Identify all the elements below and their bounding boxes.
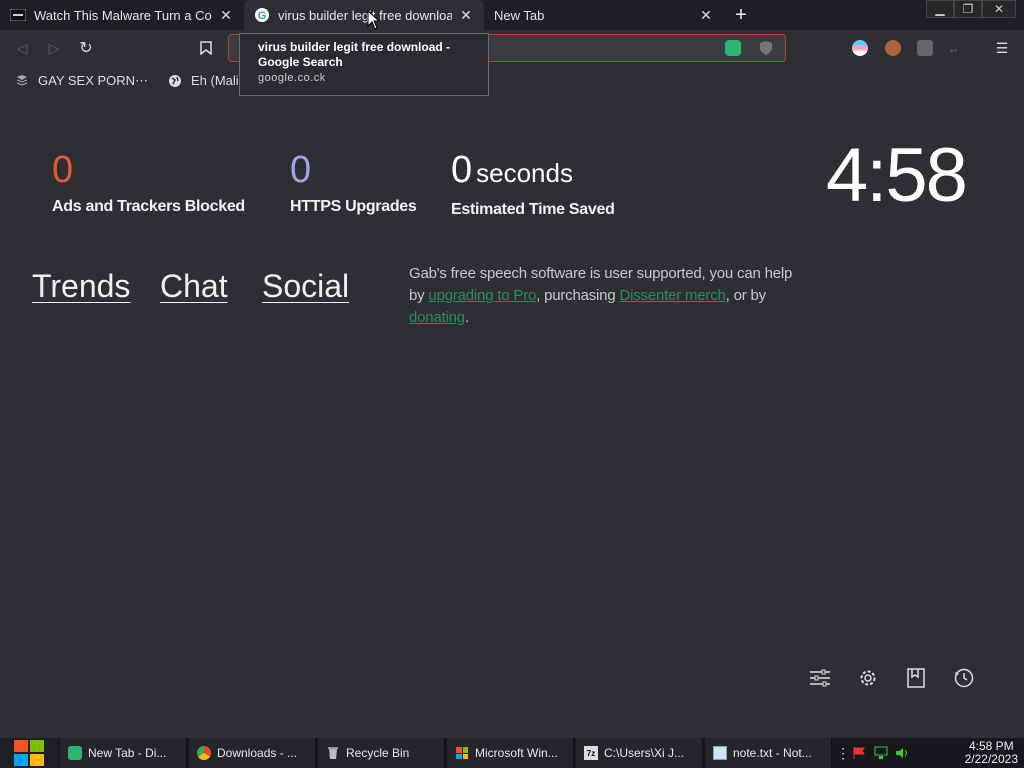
trends-link[interactable]: Trends	[32, 268, 130, 305]
extension-more-icon[interactable]: ••	[950, 46, 966, 57]
tooltip-title: virus builder legit free download - Goog…	[258, 40, 451, 69]
close-tab-icon[interactable]: ✕	[698, 7, 714, 23]
stat-time-saved: 0 seconds Estimated Time Saved	[451, 150, 615, 219]
taskbar-item-microsoft-windows[interactable]: Microsoft Win...	[447, 738, 574, 768]
tab-new-tab[interactable]: New Tab ✕	[484, 0, 724, 30]
tab-title: Watch This Malware Turn a Com	[34, 7, 212, 23]
clock: 4:58	[826, 133, 968, 218]
taskbar-label: C:\Users\Xi J...	[604, 746, 685, 760]
recycle-bin-icon	[326, 746, 340, 760]
dissenter-merch-link[interactable]: Dissenter merch	[619, 287, 725, 304]
settings-gear-icon[interactable]	[856, 666, 880, 690]
close-window-button[interactable]: ✕	[982, 0, 1016, 18]
stat-value: 0	[451, 149, 473, 191]
tab-malware-video[interactable]: Watch This Malware Turn a Com ✕	[0, 0, 244, 30]
mouse-cursor-icon	[367, 9, 381, 35]
taskbar-item-downloads[interactable]: Downloads - ...	[189, 738, 316, 768]
tab-title: virus builder legit free download -	[278, 7, 452, 23]
tab-google-search[interactable]: G virus builder legit free download - ✕	[244, 0, 484, 30]
taskbar-label: Microsoft Win...	[475, 746, 558, 760]
tray-overflow-icon[interactable]: ⋮	[836, 745, 850, 762]
upgrade-pro-link[interactable]: upgrading to Pro	[428, 287, 536, 304]
network-icon[interactable]	[870, 746, 892, 760]
restore-button[interactable]: ❐	[954, 0, 982, 18]
taskbar-clock[interactable]: 4:58 PM 2/22/2023	[965, 740, 1018, 766]
ublock-icon[interactable]	[917, 40, 933, 56]
back-icon[interactable]: ◁	[12, 38, 32, 58]
google-icon: G	[254, 7, 270, 23]
taskbar-label: Recycle Bin	[346, 746, 410, 760]
windows-flag-icon	[455, 746, 469, 760]
support-message: Gab's free speech software is user suppo…	[409, 263, 804, 329]
bookmark-icon[interactable]	[196, 38, 216, 58]
bookmark-label: Eh (Malic	[191, 73, 246, 88]
taskbar: New Tab - Di... Downloads - ... Recycle …	[0, 738, 1024, 768]
bookmark-label: GAY SEX PORN⋯	[38, 73, 149, 88]
forward-icon[interactable]: ▷	[44, 38, 64, 58]
stat-https-upgrades: 0 HTTPS Upgrades	[290, 150, 417, 216]
menu-icon[interactable]: ☰	[992, 38, 1012, 58]
taskbar-label: note.txt - Not...	[733, 746, 812, 760]
bookmark-item[interactable]: Eh (Malic	[168, 73, 245, 88]
windows-logo-icon	[14, 740, 44, 766]
chrome-icon	[197, 746, 211, 760]
stat-label: Estimated Time Saved	[451, 201, 615, 218]
toolbar: ◁ ▷ ↻ •• ☰	[0, 30, 1024, 66]
notepad-icon	[713, 746, 727, 760]
dissenter-icon[interactable]	[725, 40, 741, 56]
dissenter-icon	[68, 746, 82, 760]
stat-unit: seconds	[476, 158, 573, 188]
svg-text:G: G	[258, 10, 267, 22]
customize-sliders-icon[interactable]	[808, 666, 832, 690]
tooltip-domain: google.co.ck	[258, 72, 326, 84]
bookmark-item[interactable]: GAY SEX PORN⋯	[15, 73, 148, 89]
stat-value: 0	[52, 149, 74, 191]
promo-text: .	[464, 309, 469, 326]
tab-strip: Watch This Malware Turn a Com ✕ G virus …	[0, 0, 1024, 30]
system-tray: ⋮	[836, 738, 914, 768]
taskbar-item-newtab[interactable]: New Tab - Di...	[60, 738, 187, 768]
stat-ads-blocked: 0 Ads and Trackers Blocked	[52, 150, 245, 216]
stat-value: 0	[290, 149, 312, 191]
tab-hover-tooltip: virus builder legit free download - Goog…	[239, 33, 489, 96]
taskbar-item-notepad[interactable]: note.txt - Not...	[705, 738, 832, 768]
chat-link[interactable]: Chat	[160, 268, 228, 305]
extension-flag-icon[interactable]	[852, 40, 868, 56]
promo-text: , purchasing	[536, 287, 620, 304]
minimize-button[interactable]: ▁	[926, 0, 954, 18]
taskbar-label: Downloads - ...	[217, 746, 298, 760]
taskbar-date: 2/22/2023	[964, 752, 1018, 766]
stat-label: Ads and Trackers Blocked	[52, 198, 245, 215]
stat-label: HTTPS Upgrades	[290, 198, 417, 215]
volume-icon[interactable]	[892, 746, 914, 760]
action-center-flag-icon[interactable]	[848, 746, 870, 760]
bookmark-favicon-icon	[16, 75, 28, 86]
new-tab-button[interactable]: +	[730, 4, 752, 26]
7zip-icon: 7z	[584, 746, 598, 760]
start-button[interactable]	[0, 738, 58, 768]
social-link[interactable]: Social	[262, 268, 349, 305]
history-icon[interactable]	[952, 666, 976, 690]
taskbar-label: New Tab - Di...	[88, 746, 167, 760]
profile-avatar[interactable]	[885, 40, 901, 56]
donating-link[interactable]: donating	[409, 309, 465, 326]
reload-icon[interactable]: ↻	[76, 38, 96, 58]
globe-icon	[169, 74, 181, 87]
tab-title: New Tab	[494, 7, 545, 23]
promo-text: , or by	[725, 287, 766, 304]
taskbar-item-7zip[interactable]: 7z C:\Users\Xi J...	[576, 738, 703, 768]
video-site-icon	[10, 7, 26, 23]
bookmarks-icon[interactable]	[904, 666, 928, 690]
shield-icon[interactable]	[759, 40, 773, 56]
close-tab-icon[interactable]: ✕	[458, 7, 474, 23]
taskbar-item-recycle-bin[interactable]: Recycle Bin	[318, 738, 445, 768]
close-tab-icon[interactable]: ✕	[218, 7, 234, 23]
bookmarks-bar: GAY SEX PORN⋯ Eh (Malic	[0, 66, 1024, 96]
